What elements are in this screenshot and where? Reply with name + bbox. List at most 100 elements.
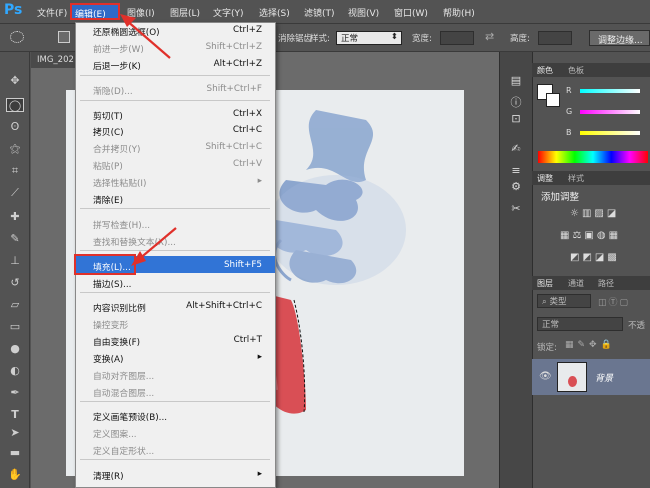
tab-paths[interactable]: 路径 <box>598 278 614 289</box>
submenu-arrow-icon: ▸ <box>257 352 262 362</box>
edit-menu-item-label: 选择性粘贴(I) <box>93 179 147 189</box>
channel-g-slider[interactable] <box>580 110 640 114</box>
channel-r-label: R <box>566 86 572 95</box>
info-panel-icon[interactable]: ⊡ <box>508 112 524 126</box>
background-color-swatch[interactable] <box>546 93 560 107</box>
eye-icon[interactable]: 👁 <box>539 371 552 382</box>
blend-mode-select[interactable]: 正常 <box>537 317 623 331</box>
edit-menu-item-shortcut: Shift+Ctrl+F <box>206 84 262 94</box>
hand-tool-icon[interactable]: ✋ <box>6 468 24 482</box>
edit-menu-item[interactable]: 还原椭圆选框(O) Ctrl+Z <box>80 23 270 39</box>
adjustment-icons-row-1[interactable]: ☼▥▨◪ <box>570 208 646 219</box>
height-input[interactable] <box>538 31 572 45</box>
adjustment-icons-row-2[interactable]: ▦⚖▣◍▦ <box>560 230 646 241</box>
edit-menu-item: 操控变形 <box>80 316 270 332</box>
style-select[interactable]: 正常 ⬍ <box>336 31 402 45</box>
edit-menu-item[interactable]: 描边(S)... <box>80 275 270 291</box>
menu-filter[interactable]: 滤镜(T) <box>304 6 335 20</box>
tab-color[interactable]: 颜色 <box>537 65 553 76</box>
adjustment-icons-row-3[interactable]: ◩◩◪▩ <box>570 252 646 263</box>
color-spectrum-bar[interactable] <box>538 151 648 163</box>
crop-tool-icon[interactable]: ⌗ <box>6 164 24 178</box>
dodge-tool-icon[interactable]: ◐ <box>6 364 24 378</box>
tab-adjustments[interactable]: 调整 <box>537 173 553 184</box>
channel-r-slider[interactable] <box>580 89 640 93</box>
edit-menu-item[interactable]: 剪切(T) Ctrl+X <box>80 107 270 123</box>
tool-presets-icon[interactable]: ✂ <box>508 202 524 216</box>
antialias-label: 消除锯齿 <box>278 34 313 44</box>
type-tool-icon[interactable]: T <box>6 408 24 422</box>
opacity-label: 不透 <box>628 321 646 331</box>
edit-menu-item-label: 前进一步(W) <box>93 45 144 55</box>
style-select-value: 正常 <box>341 34 359 44</box>
edit-menu-item[interactable]: 自由变换(F) Ctrl+T <box>80 333 270 349</box>
pen-tool-icon[interactable]: ✒ <box>6 386 24 400</box>
swap-icon[interactable]: ⇄ <box>485 30 494 43</box>
edit-menu-item-label: 定义图案... <box>93 430 137 440</box>
edit-menu-item-label: 拼写检查(H)... <box>93 221 151 231</box>
channel-b-slider[interactable] <box>580 131 640 135</box>
properties-panel-icon[interactable]: ⓘ <box>508 94 524 109</box>
edit-menu-item-label: 内容识别比例 <box>93 304 146 314</box>
layer-filter-select[interactable]: ⌕ 类型 <box>537 294 591 308</box>
tab-layers[interactable]: 图层 <box>537 278 553 289</box>
tab-channels[interactable]: 通道 <box>568 278 584 289</box>
submenu-arrow-icon: ▸ <box>257 176 262 186</box>
edit-menu-item[interactable]: 定义画笔预设(B)... <box>80 408 270 424</box>
edit-menu-item-label: 粘贴(P) <box>93 162 123 172</box>
shape-tool-icon[interactable]: ▬ <box>6 446 24 460</box>
eraser-icon[interactable]: ▱ <box>6 298 24 312</box>
layer-filter-value: 类型 <box>549 297 567 307</box>
tab-styles[interactable]: 样式 <box>568 173 584 184</box>
marquee-tool-icon[interactable]: ◯ <box>6 98 24 112</box>
chevron-down-icon: ⬍ <box>390 32 398 42</box>
menu-layer[interactable]: 图层(L) <box>170 6 200 20</box>
path-select-icon[interactable]: ➤ <box>6 426 24 440</box>
magic-wand-icon[interactable]: ⚝ <box>6 142 24 156</box>
clone-source-icon[interactable]: ⚙ <box>508 180 524 194</box>
edit-menu-item-shortcut: Ctrl+C <box>232 125 262 135</box>
menu-separator <box>80 401 270 402</box>
menu-view[interactable]: 视图(V) <box>348 6 379 20</box>
tools-panel <box>0 52 30 488</box>
layer-filter-icons[interactable]: ◫Ⓣ▢ <box>598 295 648 308</box>
edit-menu-item[interactable]: 清除(E) <box>80 191 270 207</box>
history-panel-icon[interactable]: ▤ <box>508 74 524 88</box>
edit-menu-item: 定义自定形状... <box>80 442 270 458</box>
menu-select[interactable]: 选择(S) <box>259 6 290 20</box>
brush-panel-icon[interactable]: ✍ <box>508 142 524 156</box>
edit-menu-item-shortcut: Ctrl+X <box>232 109 262 119</box>
edit-menu-item-label: 后退一步(K) <box>93 62 141 72</box>
edit-menu-item[interactable]: 后退一步(K) Alt+Ctrl+Z <box>80 57 270 73</box>
selection-mode-icon[interactable] <box>58 31 70 43</box>
healing-brush-icon[interactable]: ✚ <box>6 210 24 224</box>
brush-tool-icon[interactable]: ✎ <box>6 232 24 246</box>
menu-type[interactable]: 文字(Y) <box>213 6 244 20</box>
menu-separator <box>80 208 270 209</box>
ellipse-marquee-icon[interactable] <box>10 31 24 43</box>
edit-menu-item[interactable]: 拷贝(C) Ctrl+C <box>80 123 270 139</box>
menu-window[interactable]: 窗口(W) <box>394 6 428 20</box>
edit-menu-item[interactable]: 清理(R) ▸ <box>80 467 270 483</box>
tab-swatches[interactable]: 色板 <box>568 65 584 76</box>
submenu-arrow-icon: ▸ <box>257 469 262 479</box>
edit-menu-item[interactable]: 内容识别比例 Alt+Shift+Ctrl+C <box>80 299 270 315</box>
width-input[interactable] <box>440 31 474 45</box>
menu-image[interactable]: 图像(I) <box>127 6 155 20</box>
menu-file[interactable]: 文件(F) <box>37 6 67 20</box>
lock-icons[interactable]: ▦✎✥🔒 <box>565 340 645 350</box>
clone-stamp-icon[interactable]: ⊥ <box>6 254 24 268</box>
edit-menu-item-label: 自由变换(F) <box>93 338 141 348</box>
move-tool-icon[interactable]: ✥ <box>6 74 24 88</box>
blur-tool-icon[interactable]: ● <box>6 342 24 356</box>
refine-edge-button[interactable]: 调整边缘... <box>589 30 650 46</box>
lasso-tool-icon[interactable]: ʘ <box>6 120 24 134</box>
gradient-tool-icon[interactable]: ▭ <box>6 320 24 334</box>
edit-menu-item: 自动对齐图层... <box>80 367 270 383</box>
edit-menu-item[interactable]: 变换(A) ▸ <box>80 350 270 366</box>
history-brush-icon[interactable]: ↺ <box>6 276 24 290</box>
menu-edit[interactable]: 编辑(E) <box>70 3 120 20</box>
menu-help[interactable]: 帮助(H) <box>443 6 475 20</box>
eyedropper-icon[interactable]: ⟋ <box>6 186 24 200</box>
brush-presets-icon[interactable]: ≡ <box>508 164 524 178</box>
